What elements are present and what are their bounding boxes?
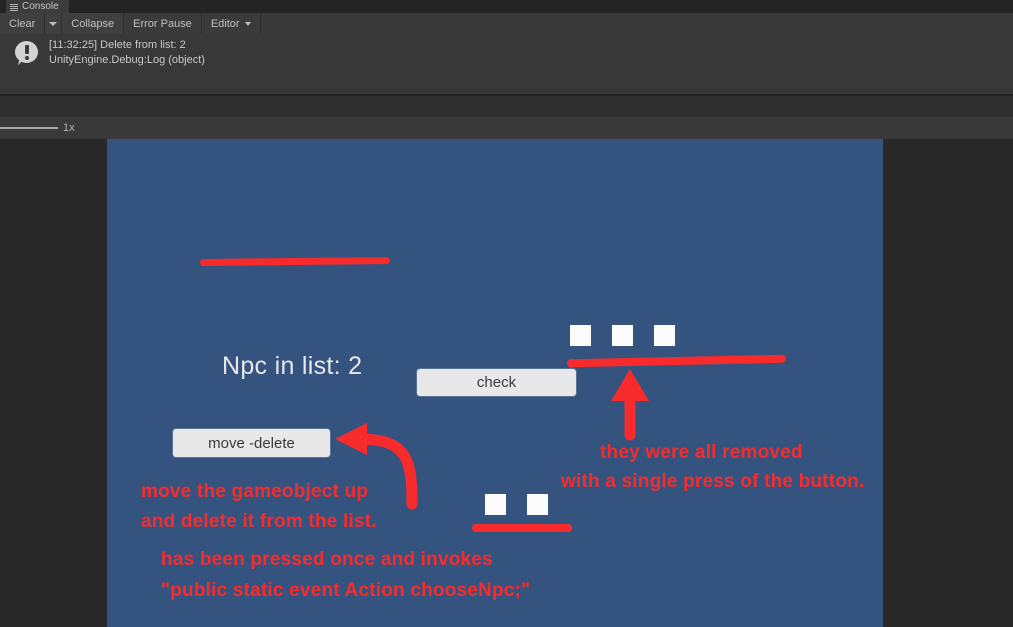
- annotation-move-line1: move the gameobject up: [141, 481, 369, 502]
- npc-cube[interactable]: [523, 490, 548, 515]
- npc-cube[interactable]: [481, 490, 506, 515]
- check-button[interactable]: check: [417, 369, 576, 396]
- log-entry[interactable]: [11:32:25] Delete from list: 2 UnityEngi…: [0, 38, 1013, 72]
- move-delete-button[interactable]: move -delete: [173, 429, 330, 457]
- game-view-canvas[interactable]: Npc in list: 2 check move -delete move t…: [107, 139, 883, 627]
- underline-stroke-npc: [199, 257, 391, 266]
- annotation-pressed-line2: "public static event Action chooseNpc;": [161, 580, 531, 601]
- underline-stroke-cubes-bottom: [472, 524, 572, 532]
- tab-console-label: Console: [22, 1, 59, 12]
- editor-dropdown[interactable]: Editor: [201, 13, 261, 34]
- npc-cube[interactable]: [566, 321, 591, 346]
- npc-cube[interactable]: [650, 321, 675, 346]
- list-icon: [10, 3, 18, 11]
- tab-console[interactable]: Console: [6, 0, 69, 13]
- annotation-move-line2: and delete it from the list.: [141, 511, 377, 532]
- zoom-level-label: 1x: [63, 122, 75, 134]
- arrow-up-icon: [611, 369, 649, 441]
- console-toolbar: Clear Collapse Error Pause Editor: [0, 13, 1013, 35]
- log-entry-text: [11:32:25] Delete from list: 2 UnityEngi…: [49, 38, 205, 68]
- clear-button[interactable]: Clear: [0, 13, 46, 34]
- error-pause-toggle[interactable]: Error Pause: [124, 13, 202, 34]
- zoom-slider[interactable]: [0, 127, 58, 129]
- info-log-icon: [14, 41, 40, 67]
- log-entry-stacktrace: UnityEngine.Debug:Log (object): [49, 54, 205, 66]
- chevron-down-icon: [49, 21, 58, 26]
- editor-dropdown-label: Editor: [210, 17, 240, 30]
- chevron-down-icon: [244, 21, 251, 26]
- clear-dropdown-button[interactable]: [45, 13, 63, 34]
- npc-count-label: Npc in list: 2: [222, 352, 363, 380]
- npc-cube[interactable]: [608, 321, 633, 346]
- toolbar-empty-space: [260, 13, 1013, 34]
- annotation-removed-line2: with a single press of the button.: [561, 471, 865, 492]
- underline-stroke-cubes-top: [566, 354, 787, 368]
- collapse-toggle[interactable]: Collapse: [62, 13, 125, 34]
- console-detail-pane: [0, 95, 1013, 118]
- console-window: Console Clear Collapse Error Pause Edito…: [0, 0, 1013, 118]
- game-view-panel: Npc in list: 2 check move -delete move t…: [0, 139, 1013, 627]
- annotation-removed-line1: they were all removed: [600, 442, 803, 463]
- console-tab-bar: Console: [0, 0, 1013, 14]
- game-view-scale-bar: 1x: [0, 117, 1013, 140]
- log-entry-message: [11:32:25] Delete from list: 2: [49, 39, 186, 51]
- console-log-list[interactable]: [11:32:25] Delete from list: 2 UnityEngi…: [0, 34, 1013, 95]
- annotation-pressed-line1: has been pressed once and invokes: [161, 549, 493, 570]
